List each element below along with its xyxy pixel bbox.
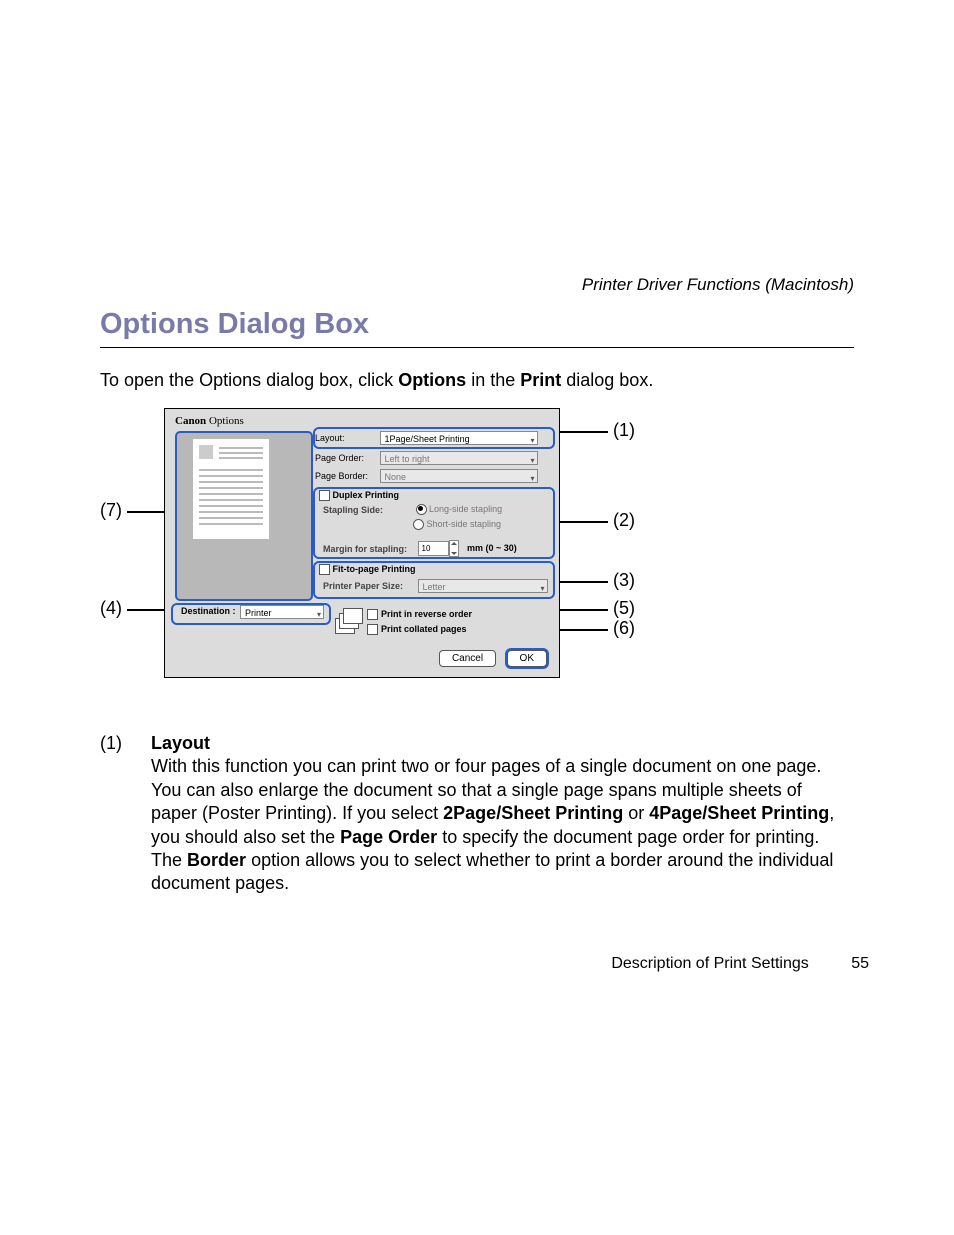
layout-dropdown[interactable]: 1Page/Sheet Printing ▾ <box>380 431 538 445</box>
duplex-label: Duplex Printing <box>333 490 400 500</box>
page-border-dropdown[interactable]: None ▾ <box>380 469 538 483</box>
intro-text-3: dialog box. <box>561 370 653 390</box>
intro-paragraph: To open the Options dialog box, click Op… <box>100 370 653 391</box>
window-name: Options <box>209 415 244 427</box>
intro-bold-1: Options <box>398 370 466 390</box>
preview-text-line <box>199 517 263 519</box>
long-side-radio[interactable] <box>416 504 427 515</box>
destination-dropdown[interactable]: Printer ▾ <box>240 605 324 619</box>
preview-text-line <box>199 523 263 525</box>
leader-line <box>127 609 167 611</box>
short-side-radio[interactable] <box>413 519 424 530</box>
desc-t5: option allows you to select whether to p… <box>151 850 833 893</box>
collated-label: Print collated pages <box>381 624 467 634</box>
preview-text-line <box>199 487 263 489</box>
description-heading: Layout <box>151 733 210 753</box>
description-item-1: (1) Layout With this function you can pr… <box>100 732 854 896</box>
callout-6: (6) <box>613 618 635 639</box>
cancel-button[interactable]: Cancel <box>439 650 496 667</box>
callout-1: (1) <box>613 420 635 441</box>
preview-text-line <box>199 469 263 471</box>
chevron-down-icon: ▾ <box>531 472 535 486</box>
intro-text-2: in the <box>466 370 520 390</box>
page-order-label: Page Order: <box>315 453 377 463</box>
reverse-order-checkbox[interactable] <box>367 609 378 620</box>
page-border-value: None <box>385 472 407 482</box>
preview-page <box>193 439 269 539</box>
horizontal-rule <box>100 347 854 348</box>
pages-stack-icon <box>335 608 363 636</box>
collated-checkbox[interactable] <box>367 624 378 635</box>
preview-text-line <box>219 452 263 454</box>
footer-text: Description of Print Settings <box>611 955 808 972</box>
chevron-down-icon: ▾ <box>531 454 535 468</box>
page-number: 55 <box>851 955 869 973</box>
desc-t2: or <box>623 803 649 823</box>
fit-to-page-label: Fit-to-page Printing <box>333 564 416 574</box>
callout-5: (5) <box>613 598 635 619</box>
callout-4: (4) <box>100 598 122 619</box>
short-side-label: Short-side stapling <box>427 519 502 529</box>
callout-7: (7) <box>100 500 122 521</box>
preview-pane <box>177 433 311 599</box>
chevron-down-icon: ▾ <box>317 608 321 622</box>
ok-button[interactable]: OK <box>507 650 547 667</box>
dialog-canon-options: Canon Options <box>164 408 560 678</box>
preview-text-line <box>219 447 263 449</box>
brand-text: Canon <box>175 415 206 427</box>
section-title: Options Dialog Box <box>100 308 369 341</box>
paper-size-label: Printer Paper Size: <box>323 581 415 591</box>
margin-range: mm (0 ~ 30) <box>467 543 517 553</box>
desc-b1: 2Page/Sheet Printing <box>443 803 623 823</box>
callout-3: (3) <box>613 570 635 591</box>
margin-stepper[interactable] <box>449 540 459 557</box>
page-border-label: Page Border: <box>315 471 377 481</box>
leader-line <box>558 581 608 583</box>
preview-text-line <box>199 493 263 495</box>
dialog-button-row: Cancel OK <box>433 648 547 667</box>
preview-text-line <box>199 505 263 507</box>
duplex-checkbox[interactable] <box>319 490 330 501</box>
page-order-value: Left to right <box>385 454 430 464</box>
leader-line <box>558 431 608 433</box>
running-header: Printer Driver Functions (Macintosh) <box>582 275 854 295</box>
desc-b2: 4Page/Sheet Printing <box>649 803 829 823</box>
preview-text-line <box>199 475 263 477</box>
page-order-dropdown[interactable]: Left to right ▾ <box>380 451 538 465</box>
destination-label: Destination : <box>181 606 236 616</box>
preview-text-line <box>199 499 263 501</box>
desc-b4: Border <box>187 850 246 870</box>
preview-thumb-icon <box>199 445 213 459</box>
paper-size-dropdown[interactable]: Letter ▾ <box>418 579 548 593</box>
margin-label: Margin for stapling: <box>323 544 415 554</box>
leader-line <box>127 511 167 513</box>
description-number: (1) <box>100 732 146 755</box>
fit-to-page-checkbox[interactable] <box>319 564 330 575</box>
long-side-label: Long-side stapling <box>429 504 502 514</box>
group-print-order: Print in reverse order Print collated pa… <box>335 608 551 636</box>
layout-value: 1Page/Sheet Printing <box>385 434 470 444</box>
preview-text-line <box>199 481 263 483</box>
dialog-title: Canon Options <box>175 415 244 427</box>
stapling-side-label: Stapling Side: <box>323 505 393 515</box>
chevron-down-icon: ▾ <box>531 434 535 448</box>
intro-bold-2: Print <box>520 370 561 390</box>
destination-value: Printer <box>245 608 272 618</box>
page-footer: Description of Print Settings 55 <box>100 955 869 973</box>
reverse-order-label: Print in reverse order <box>381 609 472 619</box>
margin-input[interactable]: 10 <box>418 541 449 556</box>
desc-b3: Page Order <box>340 827 437 847</box>
leader-line <box>558 521 608 523</box>
intro-text-1: To open the Options dialog box, click <box>100 370 398 390</box>
preview-text-line <box>199 511 263 513</box>
paper-size-value: Letter <box>423 582 446 592</box>
preview-text-line <box>219 457 263 459</box>
layout-label: Layout: <box>315 433 377 443</box>
callout-2: (2) <box>613 510 635 531</box>
chevron-down-icon: ▾ <box>541 582 545 596</box>
